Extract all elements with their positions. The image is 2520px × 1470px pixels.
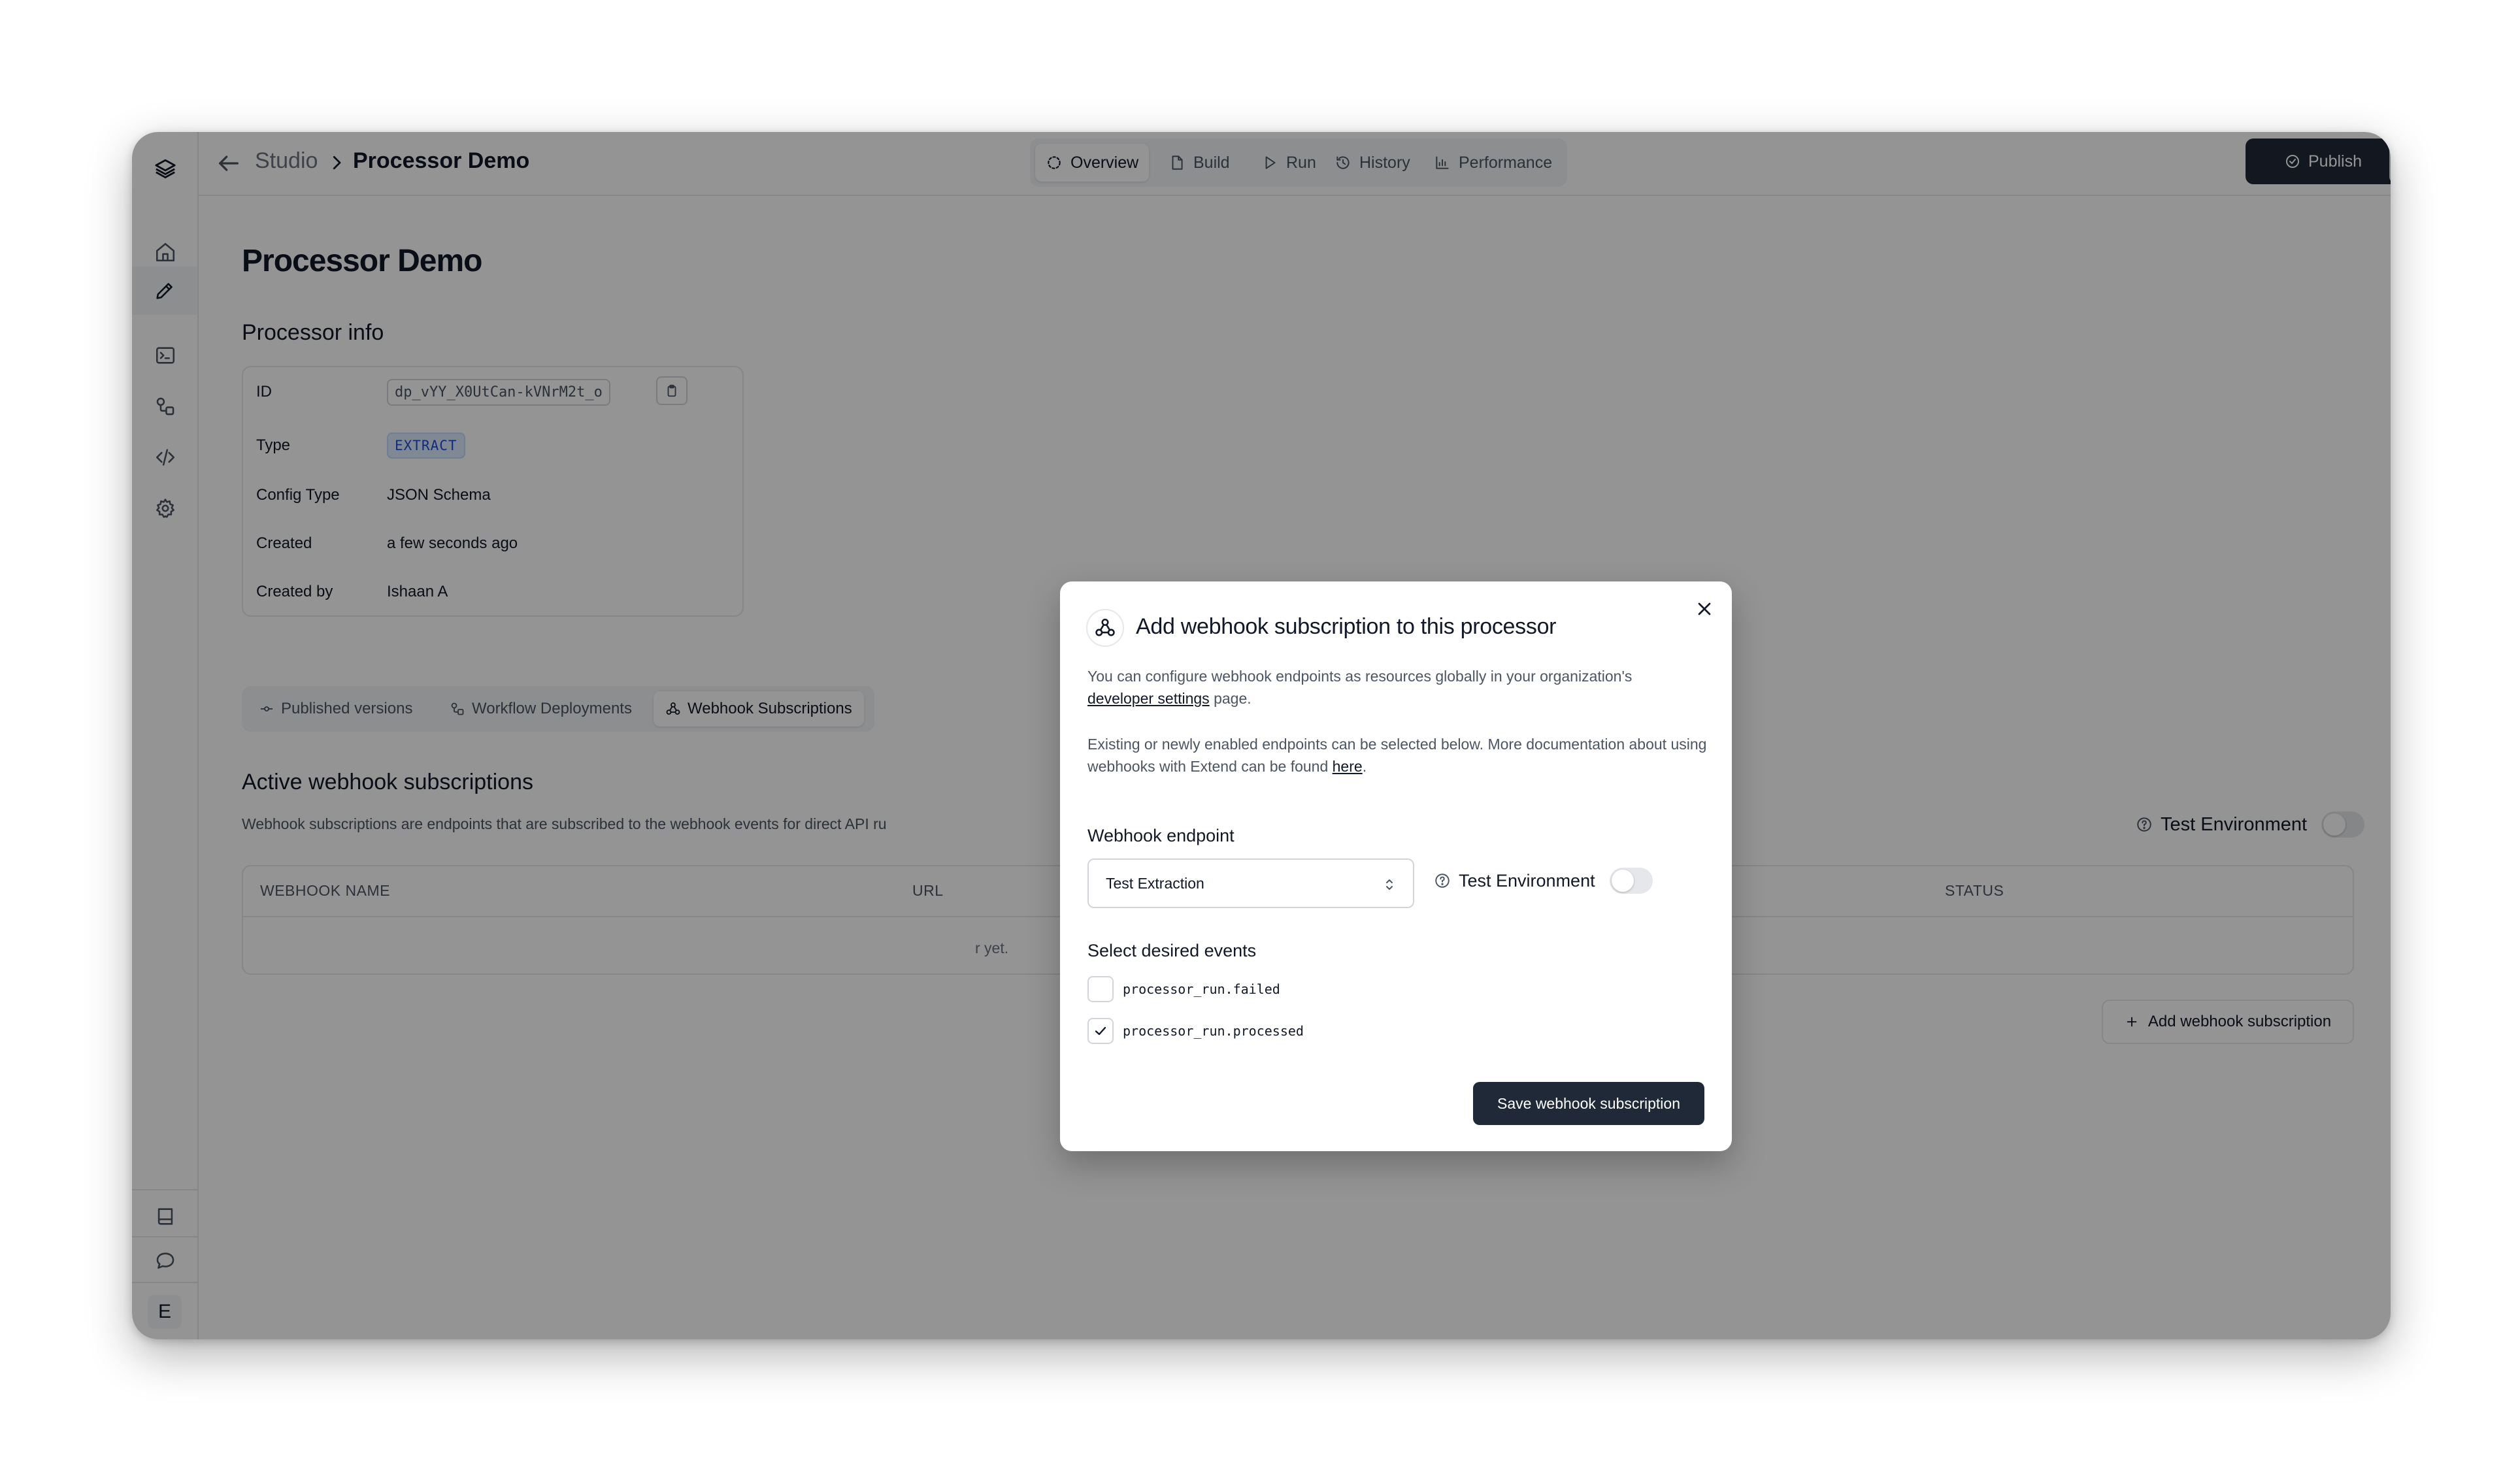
checkbox[interactable]: [1087, 976, 1114, 1002]
close-icon: [1698, 602, 1711, 615]
modal-title: Add webhook subscription to this process…: [1136, 614, 1557, 639]
webhook-endpoint-label: Webhook endpoint: [1087, 826, 1235, 845]
webhook-endpoint-select[interactable]: Test Extraction: [1087, 858, 1414, 908]
save-webhook-subscription-button[interactable]: Save webhook subscription: [1473, 1082, 1704, 1125]
modal-paragraph-2: Existing or newly enabled endpoints can …: [1087, 733, 1715, 777]
paragraph-text: You can configure webhook endpoints as r…: [1087, 668, 1633, 685]
help-circle-icon: [1435, 874, 1450, 888]
chevron-up-down-icon: [1386, 879, 1393, 890]
documentation-link[interactable]: here: [1333, 758, 1363, 775]
developer-settings-link[interactable]: developer settings: [1087, 690, 1210, 707]
modal-header-icon: [1086, 609, 1124, 647]
event-label: processor_run.failed: [1123, 981, 1280, 997]
paragraph-text: .: [1362, 758, 1367, 775]
app-window: E Studio Processor Demo Overview Build R…: [132, 132, 2391, 1339]
select-events-label: Select desired events: [1087, 941, 1257, 960]
paragraph-text: page.: [1209, 690, 1252, 707]
close-button[interactable]: [1691, 596, 1717, 622]
event-label: processor_run.processed: [1123, 1023, 1304, 1039]
add-webhook-modal: Add webhook subscription to this process…: [1060, 581, 1732, 1151]
modal-paragraph-1: You can configure webhook endpoints as r…: [1087, 665, 1715, 710]
paragraph-text: Existing or newly enabled endpoints can …: [1087, 736, 1707, 775]
check-icon: [1095, 1026, 1106, 1036]
event-option-processed[interactable]: processor_run.processed: [1087, 1018, 1304, 1044]
test-environment-label: Test Environment: [1459, 870, 1595, 890]
modal-test-environment-row: Test Environment: [1434, 868, 1653, 894]
event-option-failed[interactable]: processor_run.failed: [1087, 976, 1280, 1002]
webhook-icon: [1095, 618, 1115, 636]
selected-endpoint: Test Extraction: [1106, 874, 1204, 892]
checkbox[interactable]: [1087, 1018, 1114, 1044]
modal-test-environment-toggle[interactable]: [1609, 868, 1653, 894]
